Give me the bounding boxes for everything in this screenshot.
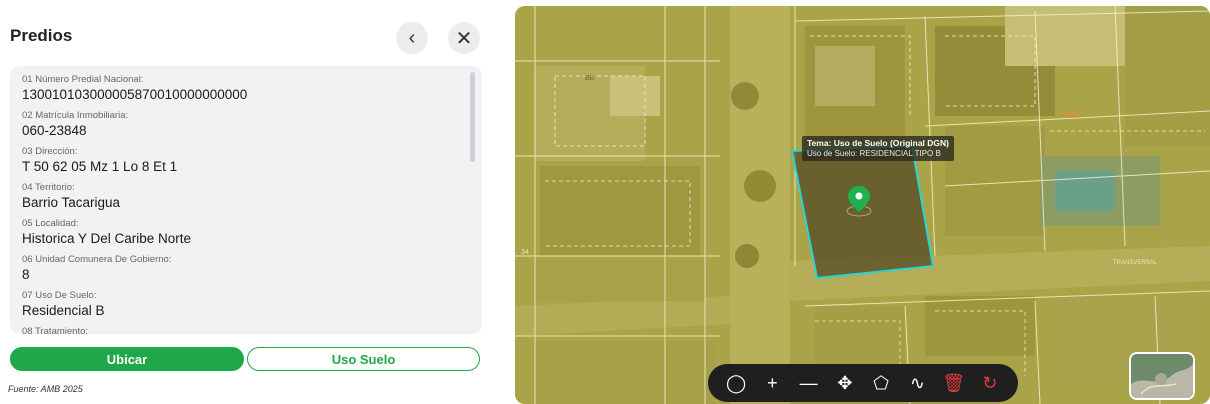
- field-value: Historica Y Del Caribe Norte: [22, 231, 192, 246]
- field-value: 130010103000005870010000000000: [22, 87, 248, 102]
- detail-field: 03 Dirección: T 50 62 05 Mz 1 Lo 8 Et 1: [22, 146, 458, 175]
- panel-header: Predios ‹ ✕: [10, 18, 482, 54]
- zoom-out-button[interactable]: —: [796, 370, 822, 396]
- zoom-in-button[interactable]: +: [759, 370, 785, 396]
- detail-field: 08 Tratamiento:Conservacion: [22, 326, 458, 334]
- reset-icon: ↻: [982, 372, 998, 393]
- field-value: Barrio Tacarigua: [22, 195, 121, 210]
- field-label: 03 Dirección:: [22, 146, 78, 157]
- panel-title: Predios: [10, 26, 73, 45]
- back-button[interactable]: ‹: [396, 22, 428, 54]
- detail-field: 06 Unidad Comunera De Gobierno: 8: [22, 254, 458, 283]
- field-value: Residencial B: [22, 303, 105, 318]
- field-label: 08 Tratamiento:: [22, 326, 89, 334]
- close-icon: ✕: [455, 27, 473, 50]
- detail-field: 04 Territorio: Barrio Tacarigua: [22, 182, 458, 211]
- zoom-in-icon: +: [767, 372, 778, 393]
- map-imagery: BB 34 TRANSVERSAL: [515, 6, 1210, 404]
- field-label: 01 Número Predial Nacional:: [22, 74, 144, 85]
- zoom-out-icon: —: [799, 372, 818, 393]
- svg-text:34: 34: [521, 249, 529, 256]
- field-value: T 50 62 05 Mz 1 Lo 8 Et 1: [22, 159, 178, 174]
- detail-field: 05 Localidad: Historica Y Del Caribe Nort…: [22, 218, 458, 247]
- route-tool-icon: ∿: [909, 372, 925, 393]
- basemap-thumbnail: [1131, 354, 1193, 398]
- tooltip-body: Uso de Suelo: RESIDENCIAL TIPO B: [807, 149, 941, 158]
- delete-icon: 🗑: [942, 372, 966, 393]
- field-value: 8: [22, 267, 30, 282]
- field-label: 05 Localidad:: [22, 218, 79, 229]
- circle-tool-icon: ◯: [726, 372, 747, 393]
- detail-field: 02 Matrícula Inmobiliaria: 060-23848: [22, 110, 458, 139]
- close-button[interactable]: ✕: [448, 22, 480, 54]
- field-label: 06 Unidad Comunera De Gobierno:: [22, 254, 172, 265]
- chevron-left-icon: ‹: [408, 26, 416, 49]
- ubicar-button[interactable]: Ubicar: [10, 347, 244, 371]
- parcel-number-label: 587: [1064, 110, 1081, 121]
- detail-field: 01 Número Predial Nacional: 1300101030000…: [22, 74, 458, 103]
- scrollbar[interactable]: [470, 72, 475, 162]
- map-toolbar: ◯ + — ✥ ⬠ ∿ 🗑 ↻: [708, 364, 1018, 402]
- polygon-tool-icon: ⬠: [873, 372, 889, 393]
- field-label: 04 Territorio:: [22, 182, 75, 193]
- reset-button[interactable]: ↻: [977, 370, 1003, 396]
- field-label: 07 Uso De Suelo:: [22, 290, 97, 301]
- pan-move-button[interactable]: ✥: [832, 370, 858, 396]
- uso-suelo-button[interactable]: Uso Suelo: [247, 347, 480, 371]
- predios-panel: Predios ‹ ✕ 01 Número Predial Nacional: 1…: [0, 0, 500, 404]
- delete-button[interactable]: 🗑: [941, 370, 967, 396]
- circle-tool-button[interactable]: ◯: [723, 370, 749, 396]
- route-tool-button[interactable]: ∿: [904, 370, 930, 396]
- polygon-tool-button[interactable]: ⬠: [868, 370, 894, 396]
- detail-field: 07 Uso De Suelo: Residencial B: [22, 290, 458, 319]
- tooltip-title: Tema: Uso de Suelo (Original DGN): [807, 138, 949, 148]
- details-list: 01 Número Predial Nacional: 1300101030000…: [22, 74, 458, 334]
- svg-text:TRANSVERSAL: TRANSVERSAL: [1113, 260, 1158, 266]
- pan-move-icon: ✥: [837, 372, 853, 393]
- map-tooltip: Tema: Uso de Suelo (Original DGN) Uso de…: [802, 136, 954, 161]
- field-label: 02 Matrícula Inmobiliaria:: [22, 110, 129, 121]
- svg-text:BB: BB: [585, 75, 595, 82]
- field-value: 060-23848: [22, 123, 87, 138]
- source-caption: Fuente: AMB 2025: [8, 384, 83, 394]
- map-view[interactable]: BB 34 TRANSVERSAL Tema: Uso de Suelo (Or…: [515, 6, 1210, 404]
- details-card[interactable]: 01 Número Predial Nacional: 1300101030000…: [10, 66, 482, 334]
- app-root: Predios ‹ ✕ 01 Número Predial Nacional: 1…: [0, 0, 1210, 404]
- basemap-switcher[interactable]: [1129, 352, 1195, 400]
